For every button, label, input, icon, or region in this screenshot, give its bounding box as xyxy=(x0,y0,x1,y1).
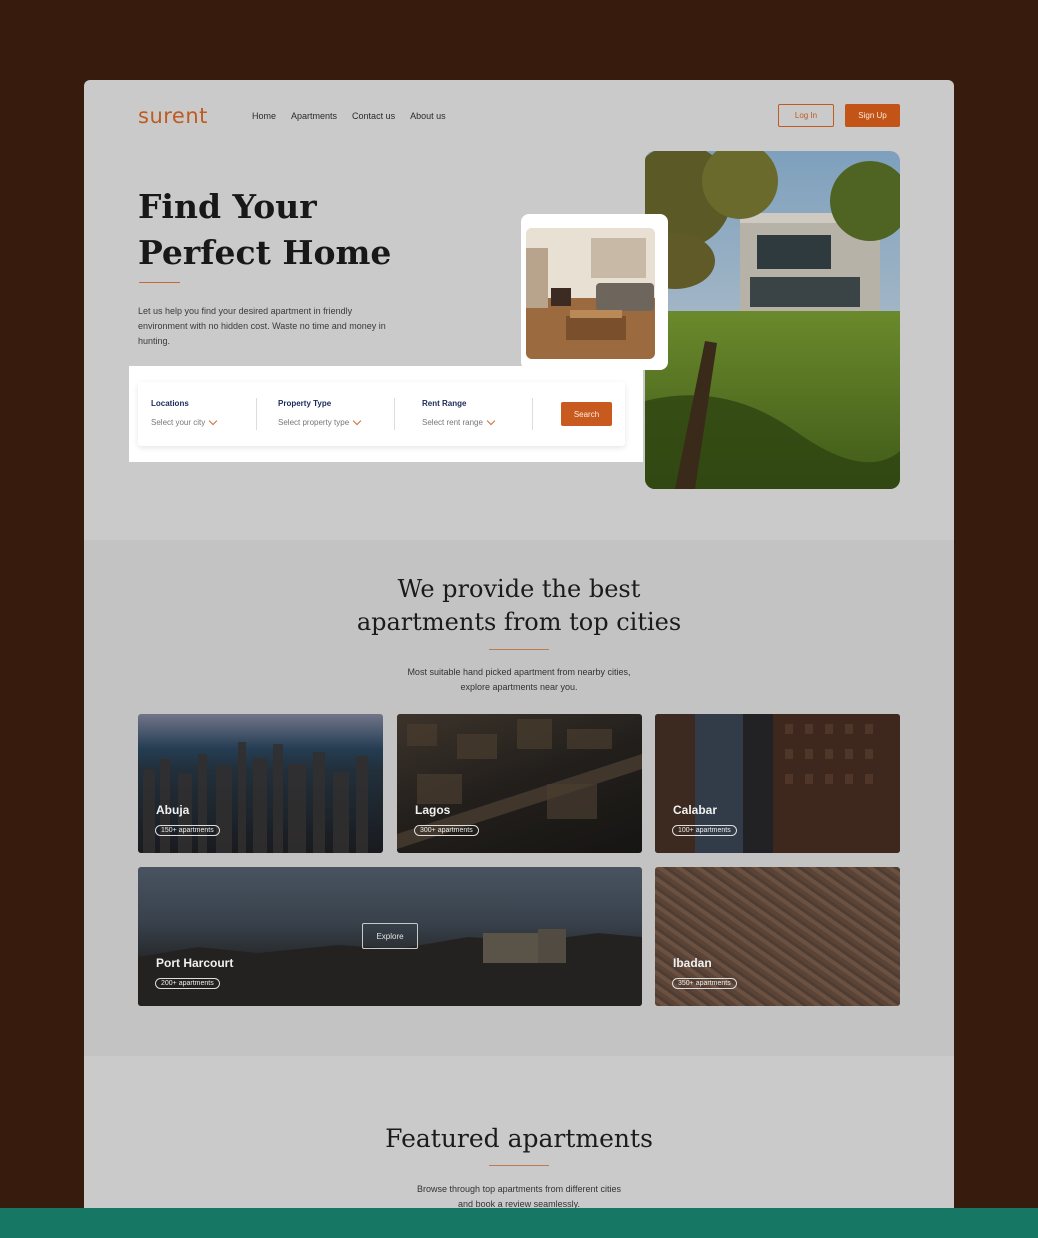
hero-description: Let us help you find your desired apartm… xyxy=(138,306,386,346)
city-card-ibadan[interactable]: Ibadan 350+ apartments xyxy=(655,867,900,1006)
signup-button[interactable]: Sign Up xyxy=(845,104,900,127)
field-divider xyxy=(256,398,257,430)
cities-desc-line-1: Most suitable hand picked apartment from… xyxy=(407,667,631,677)
city-card-lagos[interactable]: Lagos 300+ apartments xyxy=(397,714,642,853)
house-exterior-image xyxy=(645,151,900,489)
city-card-abuja[interactable]: Abuja 150+ apartments xyxy=(138,714,383,853)
featured-description: Browse through top apartments from diffe… xyxy=(84,1182,954,1210)
featured-desc-line-1: Browse through top apartments from diffe… xyxy=(417,1184,621,1194)
apartment-count-badge: 300+ apartments xyxy=(414,825,479,836)
cities-description: Most suitable hand picked apartment from… xyxy=(84,665,954,695)
bottom-bar xyxy=(0,1208,1038,1238)
chevron-down-icon xyxy=(209,416,218,426)
city-name: Calabar xyxy=(673,803,718,817)
explore-button[interactable]: Explore xyxy=(362,923,418,949)
cities-section-title: We provide the best apartments from top … xyxy=(84,573,954,639)
brand-logo[interactable]: surent xyxy=(138,104,208,128)
hero-title-line-1: Find Your xyxy=(138,187,317,226)
city-name: Lagos xyxy=(415,803,451,817)
city-card-port-harcourt[interactable]: Explore Port Harcourt 200+ apartments xyxy=(138,867,642,1006)
location-label: Locations xyxy=(151,399,189,408)
page-frame: surent Home Apartments Contact us About … xyxy=(84,80,954,1210)
featured-title: Featured apartments xyxy=(385,1124,653,1153)
field-divider xyxy=(394,398,395,430)
nav-item-contact[interactable]: Contact us xyxy=(352,111,395,121)
cities-section: We provide the best apartments from top … xyxy=(84,540,954,1056)
nav-item-apartments[interactable]: Apartments xyxy=(291,111,337,121)
rent-range-label: Rent Range xyxy=(422,399,467,408)
rent-range-placeholder: Select rent range xyxy=(422,418,483,427)
property-type-select[interactable]: Property Type Select property type xyxy=(278,399,362,427)
location-select[interactable]: Locations Select your city xyxy=(151,399,218,427)
search-panel: Locations Select your city Property Type… xyxy=(129,366,643,462)
search-card: Locations Select your city Property Type… xyxy=(138,382,625,446)
rent-range-select[interactable]: Rent Range Select rent range xyxy=(422,399,496,427)
hero-title-line-2: Perfect Home xyxy=(138,233,392,272)
apartment-count-badge: 350+ apartments xyxy=(672,978,737,989)
location-placeholder: Select your city xyxy=(151,418,206,427)
hero-divider xyxy=(139,282,180,283)
interior-image xyxy=(526,228,655,359)
apartment-count-badge: 150+ apartments xyxy=(155,825,220,836)
featured-divider xyxy=(489,1165,549,1166)
field-divider xyxy=(532,398,533,430)
main-nav: Home Apartments Contact us About us xyxy=(252,111,446,121)
property-type-placeholder: Select property type xyxy=(278,418,350,427)
hero-title: Find Your Perfect Home xyxy=(138,184,391,276)
city-name: Port Harcourt xyxy=(156,956,234,970)
cities-title-line-1: We provide the best xyxy=(397,575,641,603)
city-name: Ibadan xyxy=(673,956,712,970)
apartment-count-badge: 200+ apartments xyxy=(155,978,220,989)
cities-divider xyxy=(489,649,549,650)
cities-desc-line-2: explore apartments near you. xyxy=(460,682,578,692)
nav-item-about[interactable]: About us xyxy=(410,111,446,121)
chevron-down-icon xyxy=(352,416,362,426)
login-button[interactable]: Log In xyxy=(778,104,834,127)
chevron-down-icon xyxy=(486,416,496,426)
city-card-calabar[interactable]: Calabar 100+ apartments xyxy=(655,714,900,853)
cities-title-line-2: apartments from top cities xyxy=(356,608,682,636)
city-name: Abuja xyxy=(156,803,190,817)
nav-item-home[interactable]: Home xyxy=(252,111,276,121)
property-type-label: Property Type xyxy=(278,399,332,408)
search-button[interactable]: Search xyxy=(561,402,612,426)
apartment-count-badge: 100+ apartments xyxy=(672,825,737,836)
